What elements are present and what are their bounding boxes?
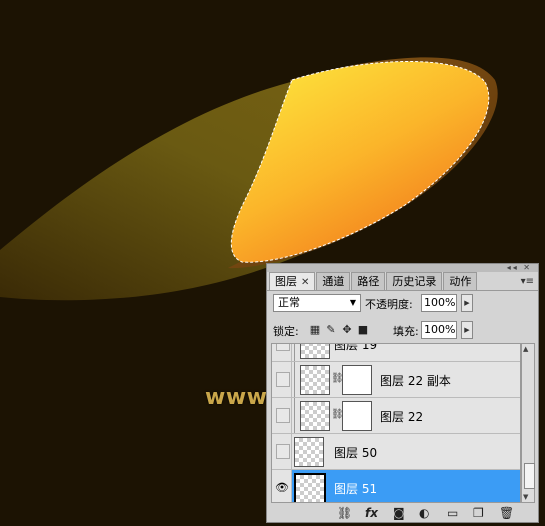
visibility-toggle[interactable] xyxy=(272,434,292,469)
trash-icon[interactable]: 🗑 xyxy=(499,506,514,520)
lock-image-icon[interactable]: ✎ xyxy=(325,324,337,336)
tab-channels[interactable]: 通道 xyxy=(316,272,351,291)
hidden-box xyxy=(276,408,290,423)
visibility-toggle[interactable] xyxy=(272,362,292,397)
tab-paths[interactable]: 路径 xyxy=(351,272,386,291)
layer-thumbnail xyxy=(300,401,330,431)
blend-mode-value: 正常 xyxy=(278,296,300,309)
eye-icon: 👁 xyxy=(275,481,289,494)
hidden-box xyxy=(276,372,290,387)
clip-indent xyxy=(294,344,295,361)
clip-indent xyxy=(294,398,295,433)
layer-row[interactable]: 图层 50 xyxy=(272,434,520,470)
layer-thumbnail xyxy=(294,437,324,467)
scroll-up-icon[interactable]: ▲ xyxy=(523,345,528,353)
layer-row-selected[interactable]: 👁 图层 51 xyxy=(272,470,520,502)
layer-name: 图层 50 xyxy=(334,446,378,460)
adjustment-icon[interactable]: ◐ xyxy=(419,506,429,520)
fx-icon[interactable]: fx xyxy=(365,506,378,520)
panel-tabs: 图层 ✕ 通道 路径 历史记录 动作 xyxy=(269,272,478,291)
visibility-toggle[interactable]: 👁 xyxy=(272,470,292,502)
lock-label: 锁定: xyxy=(273,325,299,338)
lock-position-icon[interactable]: ✥ xyxy=(341,324,353,336)
link-layers-icon[interactable]: ⛓ xyxy=(337,506,352,520)
layers-list: 图层 19 ⛓ 图层 22 副本 ⛓ 图层 22 图层 50 👁 图层 51 xyxy=(271,343,521,503)
mask-icon[interactable]: ◙ xyxy=(393,506,405,520)
visibility-toggle[interactable] xyxy=(272,344,292,361)
panel-window-controls[interactable]: ◂◂ ✕ xyxy=(507,264,532,272)
hidden-box xyxy=(276,444,290,459)
panel-menu-icon[interactable]: ▾≡ xyxy=(521,276,534,287)
layer-row[interactable]: 图层 19 xyxy=(272,343,520,362)
layer-row[interactable]: ⛓ 图层 22 副本 xyxy=(272,362,520,398)
layer-name: 图层 22 副本 xyxy=(380,374,451,388)
close-icon[interactable]: ✕ xyxy=(301,277,309,288)
blend-mode-select[interactable]: 正常 ▼ xyxy=(273,294,361,312)
new-layer-icon[interactable]: ❐ xyxy=(473,506,484,520)
panel-titlebar[interactable] xyxy=(267,264,538,272)
scroll-thumb[interactable] xyxy=(524,463,535,489)
scroll-down-icon[interactable]: ▼ xyxy=(523,493,528,501)
layer-name: 图层 19 xyxy=(334,343,378,352)
tab-history[interactable]: 历史记录 xyxy=(386,272,443,291)
layer-thumbnail xyxy=(300,344,330,359)
layer-name: 图层 51 xyxy=(334,482,378,496)
visibility-toggle[interactable] xyxy=(272,398,292,433)
layer-mask-thumbnail[interactable] xyxy=(342,401,372,431)
fill-label: 填充: xyxy=(393,325,419,338)
layers-scrollbar[interactable]: ▲ ▼ xyxy=(521,343,535,503)
lock-all-icon[interactable]: ■ xyxy=(357,324,369,336)
panel-footer: ⛓ fx ◙ ◐ ▭ ❐ 🗑 xyxy=(267,504,538,522)
layer-row[interactable]: ⛓ 图层 22 xyxy=(272,398,520,434)
folder-icon[interactable]: ▭ xyxy=(447,506,458,520)
chevron-down-icon: ▼ xyxy=(349,298,356,307)
tab-actions[interactable]: 动作 xyxy=(443,272,478,291)
clip-indent xyxy=(294,362,295,397)
opacity-slider-button[interactable]: ▶ xyxy=(461,294,473,312)
lock-row: 锁定: ▦ ✎ ✥ ■ 填充: 100% ▶ xyxy=(271,321,533,341)
layer-thumbnail xyxy=(300,365,330,395)
fill-slider-button[interactable]: ▶ xyxy=(461,321,473,339)
tab-divider xyxy=(267,290,538,291)
blend-row: 正常 ▼ 不透明度: 100% ▶ xyxy=(271,294,533,314)
lock-transparency-icon[interactable]: ▦ xyxy=(309,324,321,336)
hidden-box xyxy=(276,344,290,351)
layers-panel: ◂◂ ✕ 图层 ✕ 通道 路径 历史记录 动作 ▾≡ 正常 ▼ 不透明度: 100… xyxy=(266,263,539,523)
opacity-input[interactable]: 100% xyxy=(421,294,457,312)
layer-mask-thumbnail[interactable] xyxy=(342,365,372,395)
opacity-label: 不透明度: xyxy=(365,298,413,311)
layer-thumbnail xyxy=(294,473,326,502)
layer-name: 图层 22 xyxy=(380,410,424,424)
fill-input[interactable]: 100% xyxy=(421,321,457,339)
tab-layers[interactable]: 图层 ✕ xyxy=(269,272,316,291)
